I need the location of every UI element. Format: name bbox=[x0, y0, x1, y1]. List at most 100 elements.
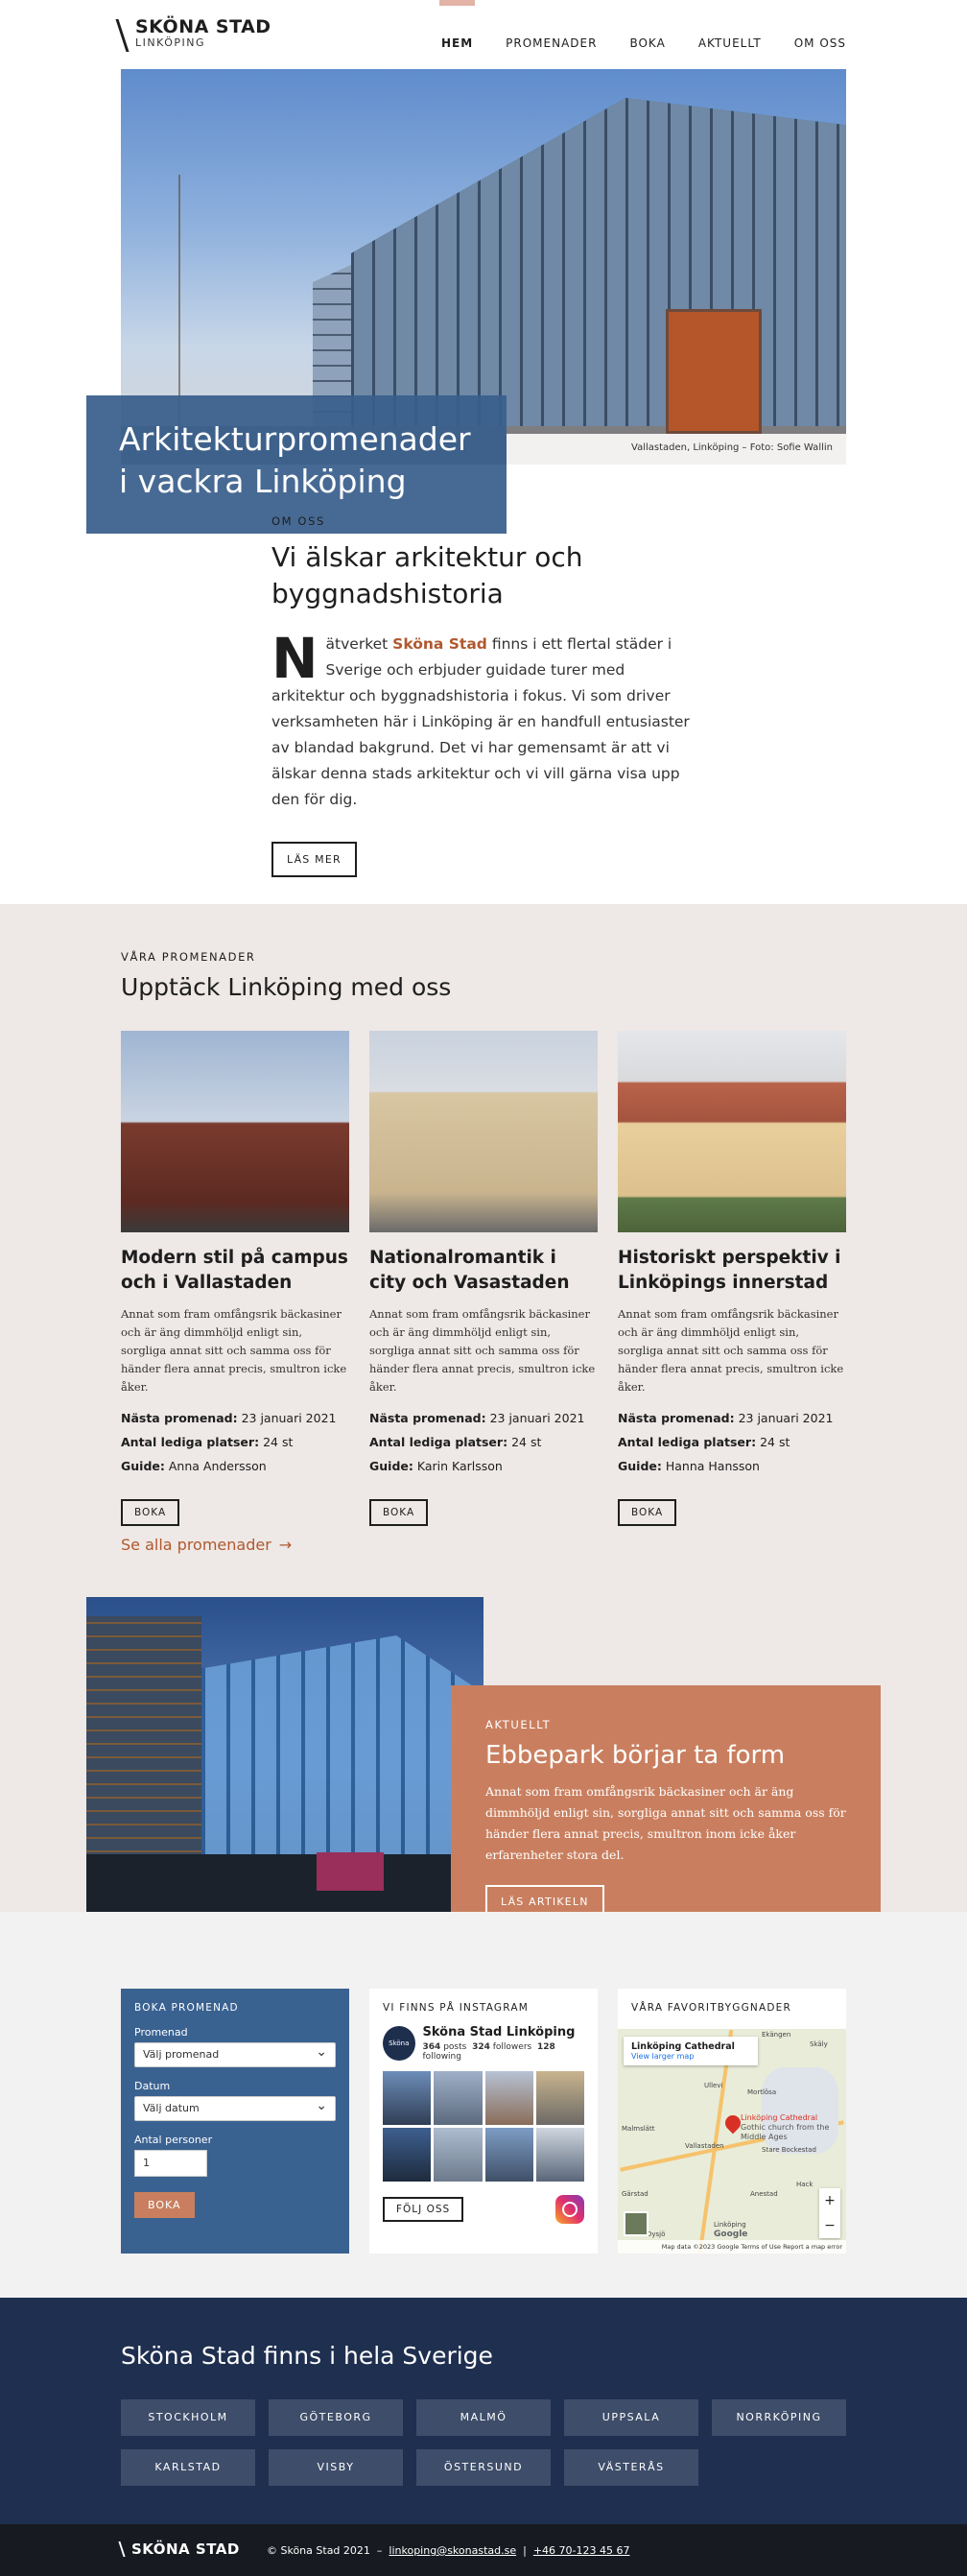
walk-card-description: Annat som fram omfångsrik bäckasiner och… bbox=[618, 1307, 844, 1394]
guide-value: Karin Karlsson bbox=[416, 1459, 503, 1473]
footer-logo-text: SKÖNA STAD bbox=[131, 2540, 240, 2558]
hero-title-line1: Arkitekturpromenader bbox=[119, 420, 471, 458]
book-button[interactable]: BOKA bbox=[134, 2192, 195, 2218]
widgets-section: BOKA PROMENAD Promenad Välj promenad Dat… bbox=[0, 1912, 967, 2298]
news-building bbox=[201, 1635, 480, 1856]
walk-card-image[interactable] bbox=[121, 1031, 349, 1232]
instagram-post[interactable] bbox=[535, 2071, 584, 2125]
instagram-post[interactable] bbox=[484, 2071, 533, 2125]
posts-count: 364 bbox=[422, 2042, 441, 2052]
next-walk-value: 23 januari 2021 bbox=[241, 1411, 337, 1425]
logo-slash-icon bbox=[118, 2541, 126, 2557]
city-button-goteborg[interactable]: GÖTEBORG bbox=[269, 2399, 403, 2436]
people-input[interactable]: 1 bbox=[134, 2150, 207, 2177]
seats-value: 24 st bbox=[511, 1435, 542, 1449]
instagram-profile[interactable]: Sköna Stad Sköna Stad Linköping 364 post… bbox=[383, 2025, 584, 2082]
date-select[interactable]: Välj datum bbox=[134, 2096, 336, 2121]
cities-section: Sköna Stad finns i hela Sverige STOCKHOL… bbox=[0, 2298, 967, 2524]
map-town-label: Dysjö bbox=[647, 2230, 666, 2238]
walk-select[interactable]: Välj promenad bbox=[134, 2042, 336, 2067]
site-logo[interactable]: SKÖNA STAD LINKÖPING bbox=[115, 16, 271, 52]
instagram-icon[interactable] bbox=[555, 2195, 584, 2224]
walk-card-image[interactable] bbox=[618, 1031, 846, 1232]
nav-item-hem[interactable]: HEM bbox=[438, 0, 476, 50]
instagram-post[interactable] bbox=[434, 2128, 483, 2182]
arrow-right-icon: → bbox=[278, 1536, 293, 1554]
news-image[interactable] bbox=[86, 1597, 484, 1912]
instagram-post[interactable] bbox=[535, 2128, 584, 2182]
map-town-label: Hack bbox=[796, 2181, 814, 2188]
instagram-post[interactable] bbox=[383, 2071, 432, 2125]
guide-label: Guide: bbox=[369, 1459, 413, 1473]
map[interactable]: Ekängen Skäly Ullevi Mortlösa Malmslätt … bbox=[618, 2029, 846, 2254]
city-button-norrkoping[interactable]: NORRKÖPING bbox=[712, 2399, 846, 2436]
instagram-post[interactable] bbox=[383, 2128, 432, 2182]
read-more-button[interactable]: LÄS MER bbox=[271, 842, 357, 877]
hero-building bbox=[351, 98, 846, 443]
guide-value: Anna Andersson bbox=[168, 1459, 267, 1473]
zoom-out-button[interactable]: − bbox=[819, 2213, 840, 2238]
city-button-vasteras[interactable]: VÄSTERÅS bbox=[564, 2449, 698, 2486]
walk-label: Promenad bbox=[134, 2026, 188, 2039]
next-walk-label: Nästa promenad: bbox=[369, 1411, 486, 1425]
city-button-visby[interactable]: VISBY bbox=[269, 2449, 403, 2486]
book-walk-button[interactable]: BOKA bbox=[121, 1499, 180, 1526]
map-pin-label: Linköping Cathedral Gothic church from t… bbox=[741, 2113, 846, 2142]
walk-card-meta: Nästa promenad: 23 januari 2021 Antal le… bbox=[618, 1406, 846, 1478]
footer-info: © Sköna Stad 2021 – linkoping@skonastad.… bbox=[267, 2544, 630, 2557]
city-button-ostersund[interactable]: ÖSTERSUND bbox=[416, 2449, 551, 2486]
following-count: 128 bbox=[536, 2042, 555, 2052]
date-label: Datum bbox=[134, 2080, 171, 2092]
walk-card: Nationalromantik i city och Vasastaden A… bbox=[369, 1031, 598, 1526]
book-walk-button[interactable]: BOKA bbox=[369, 1499, 429, 1526]
map-widget: VÅRA FAVORITBYGGNADER Ekängen Skäly Ulle… bbox=[618, 1989, 846, 2254]
copyright: © Sköna Stad 2021 bbox=[267, 2544, 370, 2557]
instagram-post[interactable] bbox=[434, 2071, 483, 2125]
next-walk-label: Nästa promenad: bbox=[618, 1411, 735, 1425]
walk-card-title[interactable]: Nationalromantik i city och Vasastaden bbox=[369, 1246, 598, 1296]
map-satellite-toggle[interactable] bbox=[624, 2211, 649, 2236]
logo-city: LINKÖPING bbox=[135, 36, 206, 49]
guide-value: Hanna Hansson bbox=[665, 1459, 760, 1473]
about-title: Vi älskar arkitektur och byggnadshistori… bbox=[271, 541, 583, 609]
nav-item-boka[interactable]: BOKA bbox=[629, 36, 665, 50]
map-town-label: Malmslätt bbox=[622, 2125, 655, 2133]
seats-label: Antal lediga platser: bbox=[618, 1435, 757, 1449]
next-walk-label: Nästa promenad: bbox=[121, 1411, 238, 1425]
logo-name: SKÖNA STAD bbox=[135, 16, 271, 37]
footer-logo[interactable]: SKÖNA STAD bbox=[118, 2540, 240, 2558]
map-town-label: Ekängen bbox=[762, 2031, 791, 2039]
footer-phone: +46 70-123 45 67 bbox=[532, 2544, 630, 2557]
nav-item-aktuellt[interactable]: AKTUELLT bbox=[698, 36, 762, 50]
city-button-uppsala[interactable]: UPPSALA bbox=[564, 2399, 698, 2436]
walk-card-image[interactable] bbox=[369, 1031, 598, 1232]
walk-card-title[interactable]: Modern stil på campus och i Vallastaden bbox=[121, 1246, 349, 1296]
brand-link[interactable]: Sköna Stad bbox=[392, 635, 487, 653]
instagram-post[interactable] bbox=[484, 2128, 533, 2182]
avatar: Sköna Stad bbox=[383, 2026, 415, 2082]
instagram-account-name: Sköna Stad Linköping bbox=[422, 2025, 576, 2039]
city-button-karlstad[interactable]: KARLSTAD bbox=[121, 2449, 255, 2486]
city-button-stockholm[interactable]: STOCKHOLM bbox=[121, 2399, 255, 2436]
nav-item-promenader[interactable]: PROMENADER bbox=[506, 36, 597, 50]
news-title[interactable]: Ebbepark börjar ta form bbox=[485, 1741, 846, 1770]
footer-phone-link[interactable]: +46 70-123 45 67 bbox=[533, 2544, 630, 2557]
follow-button[interactable]: FÖLJ OSS bbox=[383, 2197, 464, 2222]
city-button-malmo[interactable]: MALMÖ bbox=[416, 2399, 551, 2436]
hero-shelter bbox=[666, 309, 762, 434]
hero-section: Arkitekturpromenader i vackra Linköping bbox=[0, 69, 967, 534]
following-label: following bbox=[422, 2052, 461, 2062]
nav-item-om-oss[interactable]: OM OSS bbox=[794, 36, 846, 50]
seats-value: 24 st bbox=[760, 1435, 790, 1449]
booking-title: BOKA PROMENAD bbox=[134, 2002, 239, 2014]
see-all-walks-link[interactable]: Se alla promenader → bbox=[121, 1536, 292, 1554]
walk-card-title[interactable]: Historiskt perspektiv i Linköpings inner… bbox=[618, 1246, 846, 1296]
news-ground bbox=[86, 1854, 484, 1912]
map-place-card: Linköping Cathedral View larger map bbox=[624, 2037, 758, 2065]
footer-email-link[interactable]: linkoping@skonastad.se bbox=[389, 2544, 516, 2557]
about-dropcap: N bbox=[271, 626, 318, 691]
about-body-after: finns i ett flertal städer i Sverige och… bbox=[271, 635, 690, 808]
book-walk-button[interactable]: BOKA bbox=[618, 1499, 677, 1526]
view-larger-map-link[interactable]: View larger map bbox=[631, 2052, 750, 2061]
zoom-in-button[interactable]: + bbox=[819, 2188, 840, 2213]
